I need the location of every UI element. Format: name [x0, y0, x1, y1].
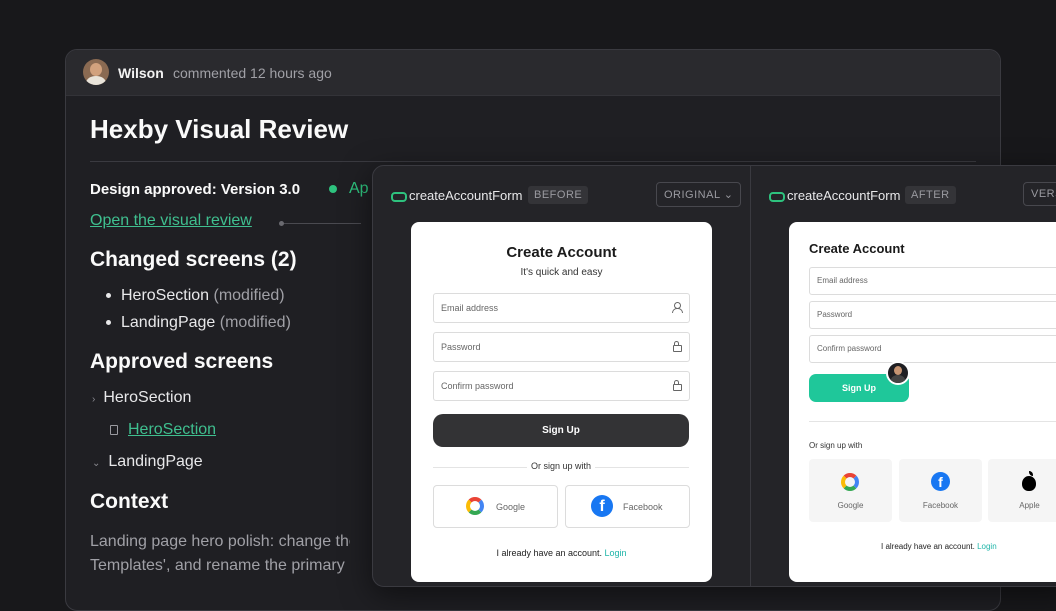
tree-item-landingpage[interactable]: ⌄ LandingPage	[92, 453, 203, 471]
approved-status: Ap	[349, 180, 369, 197]
after-form-preview: Create Account Email address Password Co…	[789, 222, 1056, 582]
chevron-down-icon: ⌄	[723, 189, 734, 201]
email-field[interactable]: Email address	[433, 293, 690, 323]
lock-icon	[672, 341, 682, 352]
apple-button[interactable]: Apple	[988, 459, 1056, 522]
chevron-down-icon[interactable]: ⌄	[92, 458, 100, 469]
title-divider	[90, 161, 976, 162]
approved-label: Design approved: Version 3.0	[90, 181, 301, 198]
context-text: Landing page hero polish: change the Temp…	[90, 533, 350, 574]
apple-icon	[1022, 471, 1036, 491]
facebook-button[interactable]: f Facebook	[899, 459, 982, 522]
sign-up-button[interactable]: Sign Up	[433, 414, 689, 447]
login-line: I already have an account. Login	[496, 548, 627, 558]
login-line: I already have an account. Login	[881, 542, 997, 551]
comment-meta: commented 12 hours ago	[173, 65, 332, 81]
email-field[interactable]: Email address	[809, 267, 1056, 295]
chevron-right-icon[interactable]: ›	[92, 394, 95, 405]
comment-pin-avatar[interactable]	[886, 361, 910, 385]
facebook-icon: f	[591, 495, 613, 517]
before-component-name: createAccountForm	[409, 188, 523, 203]
google-button[interactable]: Google	[433, 485, 558, 528]
link-icon	[769, 192, 785, 202]
status-dot-icon	[329, 185, 337, 193]
password-field[interactable]: Password	[433, 332, 690, 362]
or-divider	[809, 421, 1056, 422]
tree-item-herosection[interactable]: › HeroSection	[92, 389, 191, 407]
before-version-select[interactable]: ORIGINAL ⌄	[656, 182, 742, 207]
after-component-name: createAccountForm	[787, 188, 901, 203]
google-icon	[841, 473, 859, 491]
login-link[interactable]: Login	[977, 542, 997, 551]
list-item: LandingPage (modified)	[106, 314, 291, 332]
google-icon	[466, 497, 484, 515]
lock-icon	[672, 380, 682, 391]
comment-author[interactable]: Wilson	[118, 65, 164, 81]
form-subtitle: It's quick and easy	[520, 267, 603, 278]
changed-screens-heading: Changed screens (2)	[90, 248, 297, 271]
open-visual-review-link[interactable]: Open the visual review	[90, 212, 252, 230]
or-sign-up-text: Or sign up with	[805, 441, 867, 450]
file-icon	[110, 424, 118, 435]
before-form-preview: Create Account It's quick and easy Email…	[411, 222, 712, 582]
before-tag: BEFORE	[528, 186, 589, 204]
confirm-password-field[interactable]: Confirm password	[433, 371, 690, 401]
password-field[interactable]: Password	[809, 301, 1056, 329]
form-title: Create Account	[506, 244, 617, 261]
approved-screens-heading: Approved screens	[90, 350, 274, 373]
avatar[interactable]	[83, 59, 109, 85]
review-title: Hexby Visual Review	[90, 114, 349, 144]
comment-header: Wilson commented 12 hours ago	[66, 50, 1000, 96]
after-version-select[interactable]: VERS	[1023, 182, 1056, 206]
form-title: Create Account	[809, 241, 905, 256]
facebook-button[interactable]: f Facebook	[565, 485, 690, 528]
list-item: HeroSection (modified)	[106, 287, 285, 305]
connector-dot	[279, 221, 284, 226]
link-icon	[391, 192, 407, 202]
visual-compare-panel: createAccountForm BEFORE ORIGINAL ⌄ crea…	[372, 165, 1056, 587]
pane-divider	[750, 166, 751, 586]
google-button[interactable]: Google	[809, 459, 892, 522]
context-heading: Context	[90, 490, 169, 513]
tree-file-herosection[interactable]: HeroSection	[110, 421, 216, 439]
facebook-icon: f	[931, 472, 950, 491]
login-link[interactable]: Login	[605, 548, 627, 558]
connector-line	[281, 223, 361, 224]
user-icon	[672, 302, 683, 313]
after-tag: AFTER	[905, 186, 956, 204]
or-sign-up-text: Or sign up with	[527, 461, 596, 471]
confirm-password-field[interactable]: Confirm password	[809, 335, 1056, 363]
